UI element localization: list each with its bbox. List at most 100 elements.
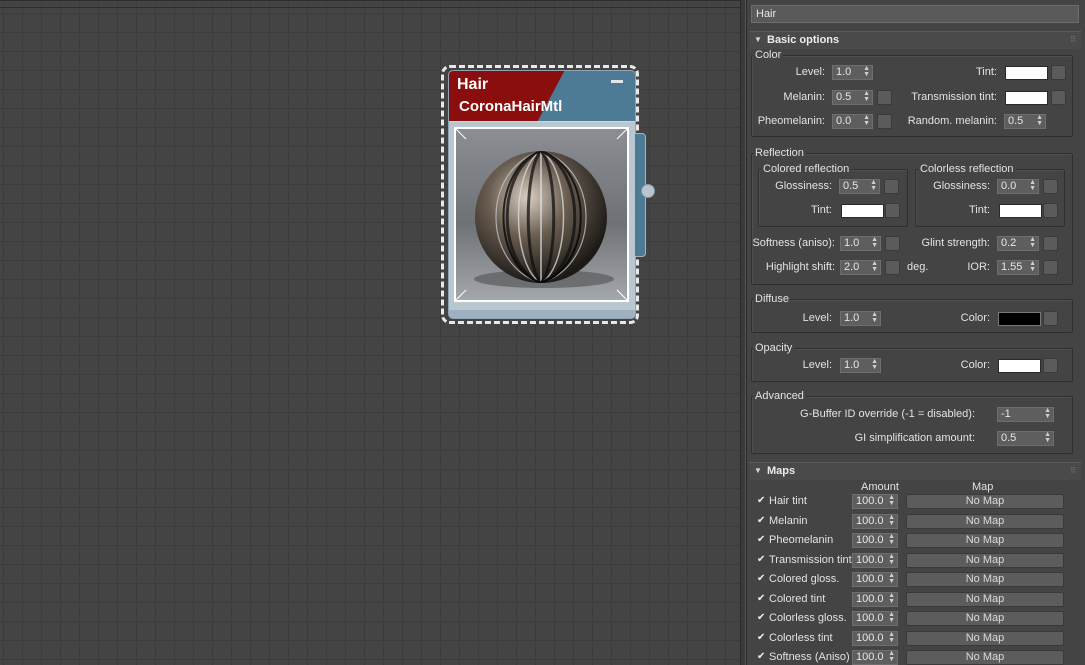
map-enable-checkbox[interactable]: ✔: [757, 613, 767, 623]
map-slot-button[interactable]: No Map: [906, 572, 1064, 587]
map-amount-spinner[interactable]: 100.0 ▲ ▼: [852, 592, 898, 607]
spinner-arrows-icon[interactable]: ▲ ▼: [871, 260, 878, 273]
colored-glossiness-map-button[interactable]: [884, 179, 899, 194]
glint-map-button[interactable]: [1043, 236, 1058, 251]
spinner-arrows-icon[interactable]: ▲ ▼: [1029, 260, 1036, 273]
spinner-arrows-icon[interactable]: ▲ ▼: [871, 236, 878, 249]
colored-tint-map-button[interactable]: [885, 203, 900, 218]
glint-value: 0.2: [1001, 237, 1017, 249]
map-amount-spinner[interactable]: 100.0 ▲ ▼: [852, 533, 898, 548]
map-amount-value: 100.0: [856, 651, 884, 663]
map-slot-button[interactable]: No Map: [906, 533, 1064, 548]
colorless-glossiness-map-button[interactable]: [1043, 179, 1058, 194]
rollout-basic-options[interactable]: ▼ Basic options ⠿: [749, 31, 1081, 49]
spinner-arrows-icon[interactable]: ▲ ▼: [1044, 407, 1051, 420]
rollout-maps[interactable]: ▼ Maps ⠿: [749, 462, 1081, 480]
colorless-tint-swatch[interactable]: [999, 204, 1042, 218]
map-amount-spinner[interactable]: 100.0 ▲ ▼: [852, 631, 898, 646]
ior-spinner[interactable]: 1.55 ▲ ▼: [997, 260, 1039, 275]
map-slot-button[interactable]: No Map: [906, 650, 1064, 665]
node-header[interactable]: Hair CoronaHairMtl: [449, 71, 635, 121]
ior-map-button[interactable]: [1043, 260, 1058, 275]
diffuse-color-swatch[interactable]: [998, 312, 1041, 326]
spinner-arrows-icon[interactable]: ▲ ▼: [863, 65, 870, 78]
spinner-arrows-icon[interactable]: ▲ ▼: [1029, 179, 1036, 192]
diffuse-color-label: Color:: [960, 312, 990, 324]
node-resize-footer[interactable]: [449, 310, 635, 318]
material-node[interactable]: Hair CoronaHairMtl: [448, 70, 655, 319]
tint-map-button[interactable]: [1051, 65, 1066, 80]
random-melanin-spinner[interactable]: 0.5 ▲ ▼: [1004, 114, 1046, 129]
spinner-arrows-icon[interactable]: ▲ ▼: [863, 90, 870, 103]
diffuse-level-spinner[interactable]: 1.0 ▲ ▼: [840, 311, 881, 326]
opacity-color-swatch[interactable]: [998, 359, 1041, 373]
transmission-tint-map-button[interactable]: [1051, 90, 1066, 105]
map-amount-spinner[interactable]: 100.0 ▲ ▼: [852, 650, 898, 665]
map-enable-checkbox[interactable]: ✔: [757, 652, 767, 662]
colorless-reflection-group: [915, 169, 1065, 227]
transmission-tint-swatch[interactable]: [1005, 91, 1048, 105]
map-slot-button[interactable]: No Map: [906, 611, 1064, 626]
map-amount-value: 100.0: [856, 495, 884, 507]
pheomelanin-map-button[interactable]: [877, 114, 892, 129]
spinner-arrows-icon[interactable]: ▲ ▼: [888, 572, 895, 585]
map-enable-checkbox[interactable]: ✔: [757, 555, 767, 565]
opacity-color-map-button[interactable]: [1043, 358, 1058, 373]
spinner-arrows-icon[interactable]: ▲ ▼: [871, 358, 878, 371]
map-amount-spinner[interactable]: 100.0 ▲ ▼: [852, 514, 898, 529]
map-row-label: Softness (Aniso): [769, 651, 850, 663]
material-name-field[interactable]: Hair: [751, 5, 1079, 23]
spinner-arrows-icon[interactable]: ▲ ▼: [888, 631, 895, 644]
spinner-arrows-icon[interactable]: ▲ ▼: [871, 311, 878, 324]
spinner-arrows-icon[interactable]: ▲ ▼: [863, 114, 870, 127]
output-socket[interactable]: [641, 184, 655, 198]
map-slot-button[interactable]: No Map: [906, 553, 1064, 568]
colorless-tint-map-button[interactable]: [1043, 203, 1058, 218]
spinner-arrows-icon[interactable]: ▲ ▼: [888, 650, 895, 663]
spinner-arrows-icon[interactable]: ▲ ▼: [1044, 431, 1051, 444]
map-enable-checkbox[interactable]: ✔: [757, 535, 767, 545]
map-slot-button[interactable]: No Map: [906, 631, 1064, 646]
spinner-arrows-icon[interactable]: ▲ ▼: [888, 611, 895, 624]
softness-spinner[interactable]: 1.0 ▲ ▼: [840, 236, 881, 251]
spinner-arrows-icon[interactable]: ▲ ▼: [888, 494, 895, 507]
map-enable-checkbox[interactable]: ✔: [757, 633, 767, 643]
map-enable-checkbox[interactable]: ✔: [757, 594, 767, 604]
spinner-arrows-icon[interactable]: ▲ ▼: [870, 179, 877, 192]
map-amount-spinner[interactable]: 100.0 ▲ ▼: [852, 572, 898, 587]
map-enable-checkbox[interactable]: ✔: [757, 496, 767, 506]
map-enable-checkbox[interactable]: ✔: [757, 574, 767, 584]
map-amount-spinner[interactable]: 100.0 ▲ ▼: [852, 553, 898, 568]
spinner-arrows-icon[interactable]: ▲ ▼: [888, 553, 895, 566]
map-amount-spinner[interactable]: 100.0 ▲ ▼: [852, 494, 898, 509]
melanin-spinner[interactable]: 0.5 ▲ ▼: [832, 90, 873, 105]
map-slot-button[interactable]: No Map: [906, 494, 1064, 509]
gi-simplification-spinner[interactable]: 0.5 ▲ ▼: [997, 431, 1054, 446]
map-slot-button[interactable]: No Map: [906, 592, 1064, 607]
level-spinner[interactable]: 1.0 ▲ ▼: [832, 65, 873, 80]
highlight-shift-spinner[interactable]: 2.0 ▲ ▼: [840, 260, 881, 275]
tint-swatch[interactable]: [1005, 66, 1048, 80]
colored-glossiness-spinner[interactable]: 0.5 ▲ ▼: [839, 179, 880, 194]
gi-simplification-value: 0.5: [1001, 432, 1017, 444]
map-amount-spinner[interactable]: 100.0 ▲ ▼: [852, 611, 898, 626]
pheomelanin-spinner[interactable]: 0.0 ▲ ▼: [832, 114, 873, 129]
node-editor-canvas[interactable]: Hair CoronaHairMtl: [0, 0, 740, 665]
spinner-arrows-icon[interactable]: ▲ ▼: [1029, 236, 1036, 249]
melanin-map-button[interactable]: [877, 90, 892, 105]
glint-spinner[interactable]: 0.2 ▲ ▼: [997, 236, 1039, 251]
spinner-arrows-icon[interactable]: ▲ ▼: [888, 592, 895, 605]
colorless-glossiness-spinner[interactable]: 0.0 ▲ ▼: [997, 179, 1039, 194]
spinner-arrows-icon[interactable]: ▲ ▼: [888, 514, 895, 527]
map-enable-checkbox[interactable]: ✔: [757, 516, 767, 526]
spinner-arrows-icon[interactable]: ▲ ▼: [1036, 114, 1043, 127]
colored-tint-swatch[interactable]: [841, 204, 884, 218]
map-slot-button[interactable]: No Map: [906, 514, 1064, 529]
minimize-icon[interactable]: [611, 80, 623, 83]
gbuffer-spinner[interactable]: -1 ▲ ▼: [997, 407, 1054, 422]
spinner-arrows-icon[interactable]: ▲ ▼: [888, 533, 895, 546]
highlight-shift-map-button[interactable]: [885, 260, 900, 275]
diffuse-color-map-button[interactable]: [1043, 311, 1058, 326]
softness-map-button[interactable]: [885, 236, 900, 251]
opacity-level-spinner[interactable]: 1.0 ▲ ▼: [840, 358, 881, 373]
